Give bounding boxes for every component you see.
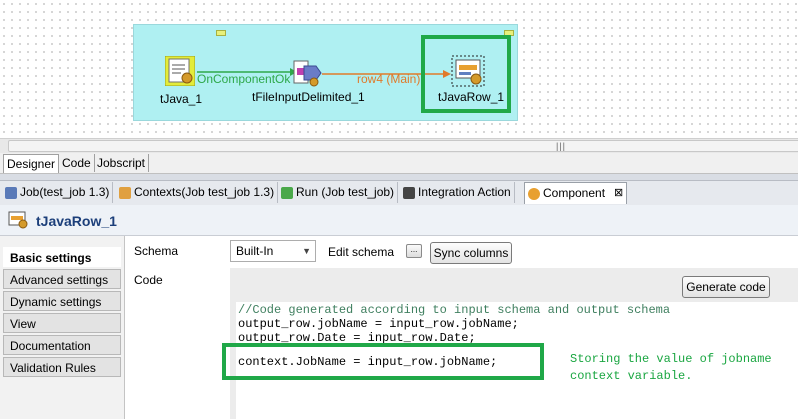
integration-icon: [403, 186, 415, 199]
nav-documentation[interactable]: Documentation: [3, 335, 121, 355]
close-icon[interactable]: ⊠: [614, 183, 623, 204]
scrollbar-grip-icon: |||: [556, 141, 567, 151]
tab-contexts[interactable]: Contexts(Job test_job 1.3): [116, 182, 279, 203]
connections-layer: [197, 68, 451, 78]
tfileinputdelimited-component[interactable]: [292, 58, 322, 88]
oncomponentok-label[interactable]: OnComponentOk: [197, 72, 290, 86]
tfileinputdelimited-label: tFileInputDelimited_1: [252, 90, 365, 104]
tab-designer[interactable]: Designer: [3, 154, 60, 173]
nav-dynamic-settings[interactable]: Dynamic settings: [3, 291, 121, 311]
edit-schema-button[interactable]: ...: [406, 244, 422, 258]
tjava-icon: [164, 55, 196, 87]
scrollbar-thumb[interactable]: [8, 140, 798, 152]
schema-value: Built-In: [236, 244, 274, 258]
tjava-label: tJava_1: [160, 92, 203, 106]
tab-component-label: Component: [543, 186, 606, 200]
component-title: tJavaRow_1: [36, 213, 117, 229]
nav-basic-settings[interactable]: Basic settings: [3, 247, 121, 267]
tjava-component[interactable]: [164, 55, 196, 87]
tab-run[interactable]: Run (Job test_job): [278, 182, 399, 203]
tjavarow-highlight-box: [421, 35, 511, 113]
tab-integration-label: Integration Action: [418, 185, 511, 199]
schema-label: Schema: [134, 244, 179, 258]
tjavarow-title-icon: [8, 211, 28, 229]
schema-select[interactable]: Built-In ▼: [230, 240, 316, 262]
row4-main-label[interactable]: row4 (Main): [357, 72, 420, 86]
component-title-bar: [0, 205, 798, 236]
nav-validation-rules[interactable]: Validation Rules: [3, 357, 121, 377]
tab-integration-action[interactable]: Integration Action: [400, 182, 515, 203]
component-icon: [528, 187, 540, 200]
tab-contexts-label: Contexts(Job test_job 1.3): [134, 185, 275, 199]
run-icon: [281, 186, 293, 199]
code-label: Code: [134, 273, 163, 287]
tab-run-label: Run (Job test_job): [296, 185, 395, 199]
tab-jobscript[interactable]: Jobscript: [94, 154, 150, 172]
annotation-line-2: context variable.: [570, 369, 693, 383]
contexts-icon: [119, 186, 131, 199]
code-highlight-box: [222, 343, 544, 380]
job-icon: [5, 186, 17, 199]
tab-job-label: Job(test_job 1.3): [20, 185, 110, 199]
edit-schema-label: Edit schema: [328, 245, 395, 259]
sync-columns-button[interactable]: Sync columns: [430, 242, 512, 264]
code-line: output_row.jobName = input_row.jobName;: [238, 317, 519, 331]
nav-advanced-settings[interactable]: Advanced settings: [3, 269, 121, 289]
tab-component[interactable]: Component ⊠: [524, 182, 628, 204]
generate-code-button[interactable]: Generate code: [682, 276, 770, 298]
chevron-down-icon: ▼: [302, 246, 311, 256]
annotation-line-1: Storing the value of jobname: [570, 352, 772, 366]
tab-job[interactable]: Job(test_job 1.3): [2, 182, 114, 203]
file-input-icon: [293, 60, 322, 87]
tab-code[interactable]: Code: [59, 154, 95, 172]
code-comment-line: //Code generated according to input sche…: [238, 303, 671, 317]
nav-view[interactable]: View: [3, 313, 121, 333]
